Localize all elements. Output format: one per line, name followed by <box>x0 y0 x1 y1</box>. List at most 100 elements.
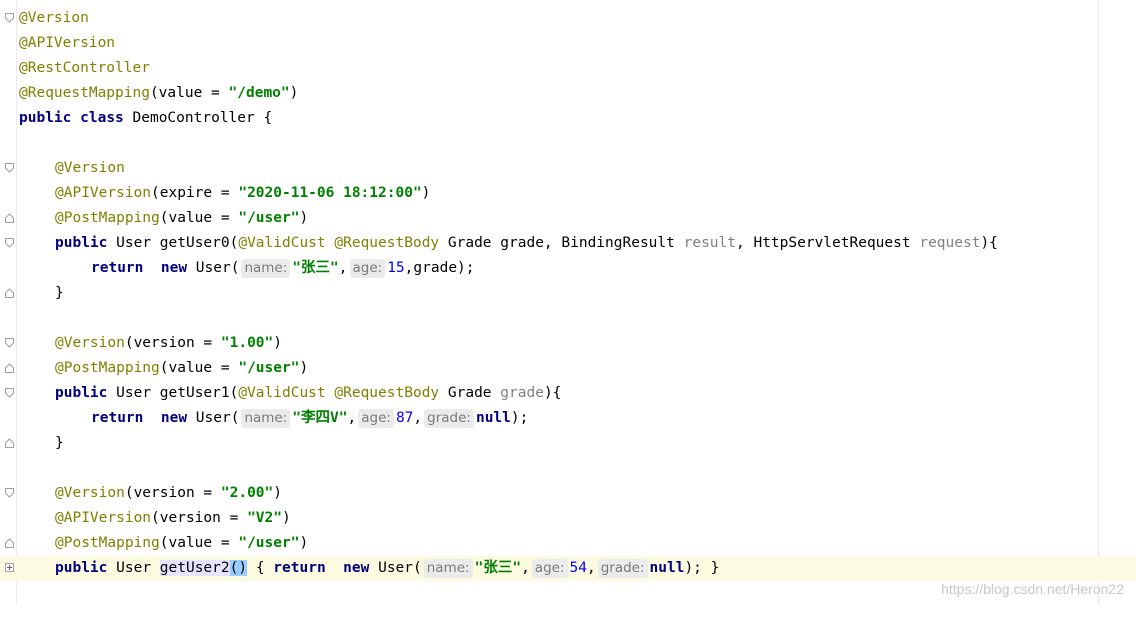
annotation: @Version <box>55 160 125 176</box>
keyword: class <box>80 110 124 126</box>
code-line[interactable]: public User getUser1(@ValidCust @Request… <box>0 381 1136 406</box>
code-text: , HttpServletRequest <box>736 235 911 251</box>
code-line[interactable]: public class DemoController { <box>0 106 1136 131</box>
code-text: ) <box>421 185 431 201</box>
code-line[interactable]: @Version <box>0 6 1136 31</box>
code-text: (version = <box>151 510 248 526</box>
fold-expand-icon[interactable] <box>5 563 14 573</box>
keyword: return <box>91 260 144 276</box>
string-literal: "/user" <box>238 535 300 551</box>
code-text: Grade grade, BindingResult <box>447 235 675 251</box>
annotation: @APIVersion <box>55 185 152 201</box>
code-line[interactable]: @RequestMapping(value = "/demo") <box>0 81 1136 106</box>
code-text: , <box>338 260 348 276</box>
annotation: @Version <box>55 485 125 501</box>
code-line[interactable]: } <box>0 281 1136 306</box>
fold-close-icon[interactable] <box>5 538 14 548</box>
closing-brace: } <box>55 435 64 451</box>
annotation: @RequestBody <box>334 235 440 251</box>
param-hint: name: <box>241 259 291 278</box>
string-literal: "李四V" <box>292 410 348 426</box>
code-line[interactable]: @APIVersion(version = "V2") <box>0 506 1136 531</box>
param-hint: grade: <box>424 409 474 428</box>
keyword: public <box>55 560 108 576</box>
method-signature: User getUser0( <box>116 235 239 251</box>
code-text: ) <box>299 535 309 551</box>
param-hint: age: <box>358 409 394 428</box>
annotation: @RequestBody <box>334 385 440 401</box>
code-line[interactable]: return new User(name: "李四V", age: 87, grade:… <box>0 406 1136 431</box>
keyword: new <box>343 560 370 576</box>
code-text: Grade <box>447 385 492 401</box>
code-text: ) <box>273 485 282 501</box>
fold-close-icon[interactable] <box>5 288 14 298</box>
code-text: User( <box>195 260 240 276</box>
annotation: @ValidCust <box>238 385 326 401</box>
code-line[interactable]: @PostMapping(value = "/user") <box>0 356 1136 381</box>
fold-open-icon[interactable] <box>5 163 14 173</box>
code-line[interactable]: return new User(name: "张三", age: 15,grade); <box>0 256 1136 281</box>
keyword: new <box>160 260 188 276</box>
code-text: (version = <box>124 485 221 501</box>
code-line[interactable]: @APIVersion <box>0 31 1136 56</box>
code-line[interactable]: @RestController <box>0 56 1136 81</box>
param-hint: grade: <box>597 559 648 578</box>
fold-close-icon[interactable] <box>5 213 14 223</box>
number-literal: 15 <box>387 260 405 276</box>
fold-open-icon[interactable] <box>5 388 14 398</box>
param-hint: name: <box>423 559 473 578</box>
string-literal: "/user" <box>238 360 300 376</box>
code-line[interactable]: @PostMapping(value = "/user") <box>0 531 1136 556</box>
code-line[interactable]: @Version(version = "2.00") <box>0 481 1136 506</box>
code-text: ) <box>289 85 299 101</box>
annotation: @RestController <box>19 60 150 76</box>
code-text: (expire = <box>151 185 239 201</box>
code-line[interactable]: } <box>0 431 1136 456</box>
code-text: ) <box>299 210 309 226</box>
number-literal: 54 <box>569 560 587 576</box>
code-text: ){ <box>543 385 562 401</box>
unused-param: result <box>683 235 736 251</box>
code-text: ,grade); <box>404 260 475 276</box>
code-line[interactable]: @Version <box>0 156 1136 181</box>
code-text: User( <box>378 560 422 576</box>
code-text: ) <box>273 335 282 351</box>
fold-open-icon[interactable] <box>5 338 14 348</box>
fold-open-icon[interactable] <box>5 238 14 248</box>
code-line[interactable]: @PostMapping(value = "/user") <box>0 206 1136 231</box>
keyword: return <box>91 410 144 426</box>
annotation: @PostMapping <box>55 360 160 376</box>
string-literal: "2020-11-06 18:12:00" <box>238 185 422 201</box>
folded-brace-close[interactable]: } <box>711 560 720 576</box>
annotation: @PostMapping <box>55 535 160 551</box>
code-text: , <box>413 410 423 426</box>
code-text: ) <box>281 510 291 526</box>
keyword: return <box>273 560 326 576</box>
code-text: , <box>521 560 530 576</box>
fold-close-icon[interactable] <box>5 363 14 373</box>
annotation: @PostMapping <box>55 210 160 226</box>
string-literal: "2.00" <box>220 485 274 501</box>
fold-open-icon[interactable] <box>5 13 14 23</box>
code-line[interactable]: public User getUser0(@ValidCust @Request… <box>0 231 1136 256</box>
method-name-highlight: getUser2 <box>159 560 230 576</box>
code-text: (value = <box>159 535 239 551</box>
code-text: (value = <box>149 85 229 101</box>
keyword: null <box>475 410 511 426</box>
code-line[interactable]: @APIVersion(expire = "2020-11-06 18:12:0… <box>0 181 1136 206</box>
code-text: User( <box>195 410 240 426</box>
code-text: ){ <box>980 235 998 251</box>
fold-close-icon[interactable] <box>5 438 14 448</box>
code-line-current[interactable]: public User getUser2() { return new User… <box>0 556 1136 581</box>
param-hint: age: <box>349 259 386 278</box>
string-literal: "1.00" <box>220 335 274 351</box>
keyword: public <box>55 385 108 401</box>
folded-brace-open[interactable]: { <box>247 560 273 576</box>
keyword: new <box>160 410 188 426</box>
annotation: @Version <box>55 335 125 351</box>
code-line[interactable]: @Version(version = "1.00") <box>0 331 1136 356</box>
string-literal: "/user" <box>238 210 300 226</box>
fold-open-icon[interactable] <box>5 488 14 498</box>
paren-match: () <box>229 560 248 576</box>
string-literal: "V2" <box>247 510 282 526</box>
